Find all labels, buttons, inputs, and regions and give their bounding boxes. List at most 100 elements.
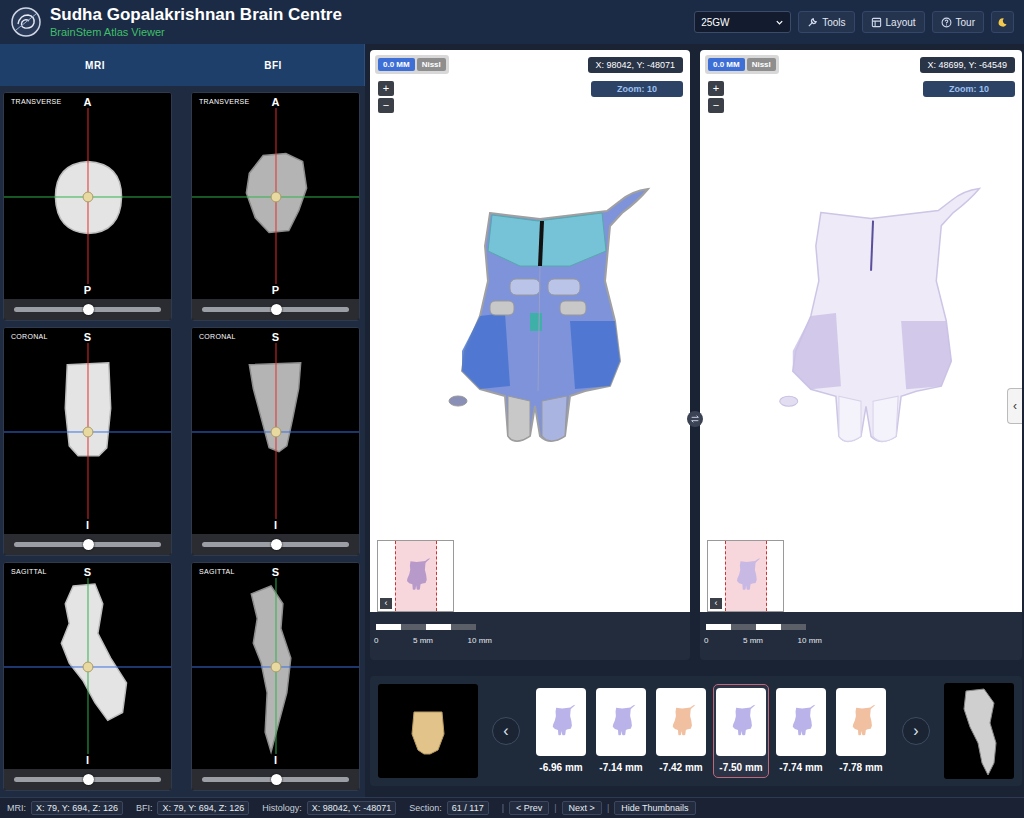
tour-button[interactable]: Tour: [932, 11, 984, 33]
thumbnail-item[interactable]: -7.50 mm: [713, 684, 769, 778]
app-title: Sudha Gopalakrishnan Brain Centre: [50, 5, 342, 25]
header: Sudha Gopalakrishnan Brain Centre BrainS…: [0, 0, 1024, 44]
orientation-bottom: I: [192, 519, 359, 531]
tools-button[interactable]: Tools: [798, 11, 854, 33]
coronal-view: CORONAL S I: [3, 327, 172, 556]
slice-image[interactable]: CORONAL S I: [192, 328, 359, 534]
thumbnail-image: [716, 688, 766, 756]
status-button[interactable]: Next >: [562, 801, 602, 815]
orientation-bottom: I: [4, 754, 171, 766]
status-button[interactable]: Hide Thumbnails: [614, 801, 695, 815]
next-thumbnails-button[interactable]: ›: [902, 717, 930, 745]
status-label: BFI:: [136, 803, 153, 813]
thumbnail-item[interactable]: -7.42 mm: [653, 684, 709, 778]
section-drawing: [700, 50, 1022, 612]
slider-track: [202, 307, 349, 312]
slider-thumb[interactable]: [271, 774, 282, 785]
orientation-top: S: [192, 331, 359, 343]
previous-thumbnails-button[interactable]: ‹: [492, 717, 520, 745]
scale-strip: 05 mm10 mm: [370, 612, 690, 660]
thumbnail-section: [596, 688, 646, 756]
slice-image[interactable]: TRANSVERSE A P: [192, 93, 359, 299]
slider-thumb[interactable]: [83, 539, 94, 550]
slider-track: [14, 542, 161, 547]
slice-slider[interactable]: [4, 534, 171, 555]
theme-toggle-button[interactable]: [991, 11, 1014, 33]
column-header: BFI: [182, 44, 365, 86]
scale-label: 0: [374, 636, 378, 645]
thumbnail-item[interactable]: -7.74 mm: [773, 684, 829, 778]
slice-slider[interactable]: [192, 534, 359, 555]
thumbnail-item[interactable]: -6.96 mm: [533, 684, 589, 778]
scale-label: 10 mm: [468, 636, 492, 645]
annotated-histology-panel: 0.0 MM Nissl X: 98042, Y: -48071 Zoom: 1…: [370, 50, 690, 660]
slice-image[interactable]: SAGITTAL S I: [4, 563, 171, 769]
orientation-top: S: [192, 566, 359, 578]
thumbnail-section: [776, 688, 826, 756]
layout-button[interactable]: Layout: [862, 11, 925, 33]
view-label: CORONAL: [199, 333, 236, 340]
3d-preview[interactable]: [378, 684, 478, 778]
scale-label: 10 mm: [798, 636, 822, 645]
question-circle-icon: [941, 17, 952, 28]
dataset-select[interactable]: 25GW: [694, 11, 791, 33]
thumbnail-image: [536, 688, 586, 756]
minimap-toggle-button[interactable]: ‹: [380, 598, 392, 609]
status-value: X: 79, Y: 694, Z: 126: [157, 801, 249, 815]
slice-slider[interactable]: [192, 769, 359, 790]
slider-thumb[interactable]: [271, 539, 282, 550]
chevron-down-icon: [775, 18, 784, 27]
minimap[interactable]: ‹: [707, 540, 784, 612]
side-panel-toggle[interactable]: ‹: [1007, 388, 1022, 424]
scale-bar: [706, 624, 806, 630]
cursor-coords: X: 48699, Y: -64549: [920, 57, 1015, 73]
view-label: SAGITTAL: [11, 568, 47, 575]
zoom-level: Zoom: 10: [923, 81, 1015, 97]
slider-thumb[interactable]: [271, 304, 282, 315]
minimap-toggle-button[interactable]: ‹: [710, 598, 722, 609]
histology-canvas[interactable]: 0.0 MM Nissl X: 48699, Y: -64549 Zoom: 1…: [700, 50, 1022, 612]
orientation-bottom: I: [192, 754, 359, 766]
zoom-in-button[interactable]: +: [708, 81, 724, 96]
thumbnail-label: -7.14 mm: [599, 762, 642, 773]
histology-canvas[interactable]: 0.0 MM Nissl X: 98042, Y: -48071 Zoom: 1…: [370, 50, 690, 612]
minimap[interactable]: ‹: [377, 540, 454, 612]
atlas-viewer: Sudha Gopalakrishnan Brain Centre BrainS…: [0, 0, 1024, 818]
moon-icon: [997, 17, 1008, 28]
zoom-out-button[interactable]: −: [378, 98, 394, 113]
zoom-in-button[interactable]: +: [378, 81, 394, 96]
orientation-bottom: P: [192, 284, 359, 296]
slice-slider[interactable]: [192, 299, 359, 320]
slider-thumb[interactable]: [83, 304, 94, 315]
coronal-view: CORONAL S I: [191, 327, 360, 556]
header-controls: 25GW Tools Layout Tour: [694, 11, 1014, 33]
slice-drawing: [192, 93, 359, 299]
status-bar: MRI: X: 79, Y: 694, Z: 126BFI: X: 79, Y:…: [0, 797, 1024, 818]
status-button[interactable]: < Prev: [509, 801, 549, 815]
view-label: TRANSVERSE: [11, 98, 61, 105]
slice-slider[interactable]: [4, 769, 171, 790]
slice-image[interactable]: SAGITTAL S I: [192, 563, 359, 769]
thumbnail-item[interactable]: -7.14 mm: [593, 684, 649, 778]
3d-sagittal-drawing: [944, 683, 1014, 779]
layout-grid-icon: [871, 17, 882, 28]
slice-image[interactable]: CORONAL S I: [4, 328, 171, 534]
slider-track: [14, 307, 161, 312]
wrench-icon: [807, 17, 818, 28]
slice-slider[interactable]: [4, 299, 171, 320]
sync-button[interactable]: [687, 411, 703, 427]
separator: |: [607, 803, 609, 813]
zoom-out-button[interactable]: −: [708, 98, 724, 113]
thumbnail-section: [716, 688, 766, 756]
thumbnail-image: [776, 688, 826, 756]
slice-image[interactable]: TRANSVERSE A P: [4, 93, 171, 299]
slice-drawing: [4, 563, 171, 769]
3d-sagittal-preview[interactable]: [944, 683, 1014, 779]
orientation-top: S: [4, 566, 171, 578]
thumbnail-list: -6.96 mm -7.14 mm -7.42 mm -7.50 mm -7.7…: [534, 684, 888, 778]
thumbnail-item[interactable]: -7.78 mm: [833, 684, 889, 778]
sagittal-view: SAGITTAL S I: [191, 562, 360, 791]
slider-thumb[interactable]: [83, 774, 94, 785]
status-value: X: 79, Y: 694, Z: 126: [31, 801, 123, 815]
nissl-histology-panel: 0.0 MM Nissl X: 48699, Y: -64549 Zoom: 1…: [700, 50, 1022, 660]
